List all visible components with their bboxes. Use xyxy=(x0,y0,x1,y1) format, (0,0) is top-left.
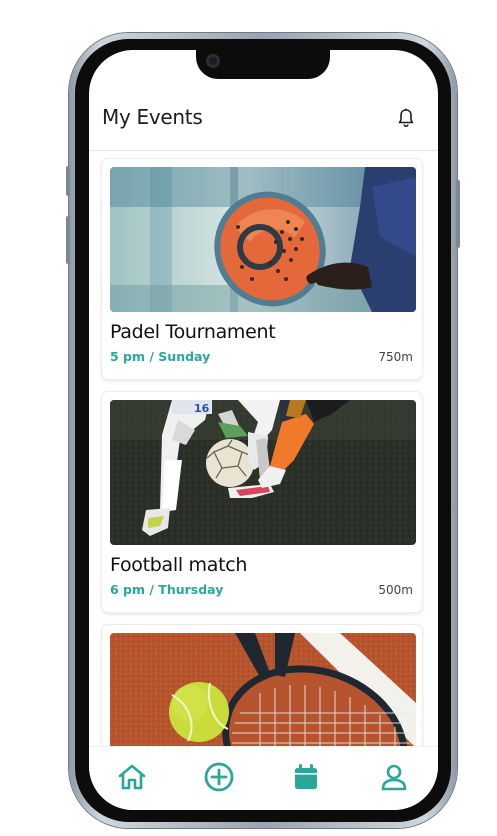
event-distance: 750m xyxy=(378,350,413,364)
event-card[interactable]: 16 Football match 6 pm / Thursday 500m xyxy=(102,392,422,612)
side-button xyxy=(66,166,70,196)
calendar-icon[interactable] xyxy=(290,761,322,793)
event-name: Football match xyxy=(110,554,248,576)
side-button xyxy=(66,216,70,264)
bottom-tab-bar xyxy=(89,746,438,810)
events-list[interactable]: Padel Tournament 5 pm / Sunday 750m 16 F… xyxy=(89,151,438,746)
page-title: My Events xyxy=(102,105,203,129)
profile-icon[interactable] xyxy=(378,761,410,793)
home-icon[interactable] xyxy=(116,761,148,793)
event-image-football: 16 xyxy=(110,400,416,545)
app-screen: My Events Padel Tournament 5 pm / Sunday… xyxy=(89,50,438,810)
event-name: Padel Tournament xyxy=(110,321,276,343)
svg-text:16: 16 xyxy=(194,402,210,415)
event-image-tennis xyxy=(110,633,416,746)
event-time: 5 pm / Sunday xyxy=(110,349,211,364)
add-circle-icon[interactable] xyxy=(203,761,235,793)
event-image-padel xyxy=(110,167,416,312)
event-card[interactable]: Padel Tournament 5 pm / Sunday 750m xyxy=(102,159,422,379)
event-distance: 500m xyxy=(378,583,413,597)
side-button xyxy=(456,180,460,248)
front-camera xyxy=(206,54,220,68)
bell-icon[interactable] xyxy=(397,108,415,128)
event-time: 6 pm / Thursday xyxy=(110,582,224,597)
event-card[interactable] xyxy=(102,625,422,746)
